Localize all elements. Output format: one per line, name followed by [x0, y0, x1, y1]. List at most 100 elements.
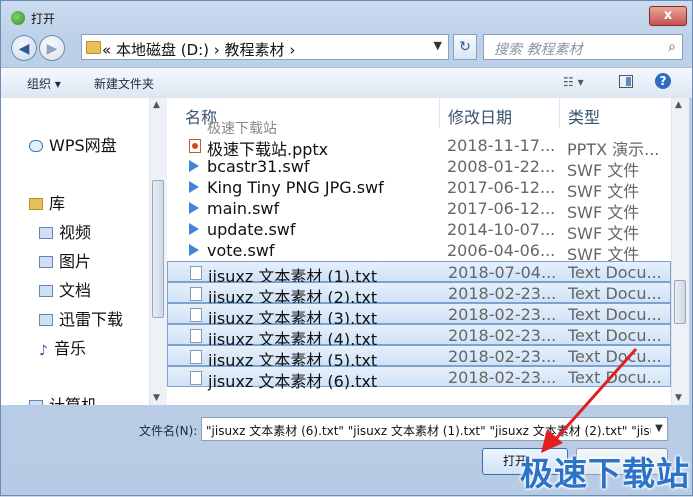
close-button[interactable]: x: [649, 6, 687, 26]
scroll-up-icon[interactable]: ▲: [675, 100, 682, 110]
filename-field[interactable]: "jisuxz 文本素材 (6).txt" "jisuxz 文本素材 (1).t…: [201, 417, 668, 441]
address-path[interactable]: « 本地磁盘 (D:) › 教程素材 ›: [102, 39, 295, 60]
download-icon: [39, 314, 53, 326]
sidebar-item-pictures[interactable]: 图片: [39, 248, 91, 272]
library-icon: [29, 198, 43, 210]
file-row[interactable]: jisuxz 文本素材 (1).txt 2018-07-04... Text Doc…: [167, 261, 671, 286]
file-date: 2008-01-22...: [447, 157, 556, 176]
organize-button[interactable]: 组织 ▾: [27, 75, 61, 92]
file-type: Text Docu...: [568, 305, 662, 324]
file-row[interactable]: bcastr31.swf 2008-01-22... SWF 文件: [167, 156, 671, 180]
view-options-button[interactable]: ☷ ▾: [563, 75, 584, 89]
file-row[interactable]: main.swf 2017-06-12... SWF 文件: [167, 198, 671, 222]
cloud-icon: [29, 140, 43, 152]
file-row[interactable]: 极速下载站.pptx 2018-11-17... PPTX 演示...: [167, 135, 671, 159]
folder-icon: [86, 41, 101, 54]
sidebar-item-label: 视频: [59, 223, 92, 242]
txt-icon: [190, 287, 202, 301]
swf-icon: [189, 181, 199, 193]
txt-icon: [190, 371, 202, 385]
file-rows: 极速下载站.pptx 2018-11-17... PPTX 演示... bcastr3…: [167, 135, 671, 391]
music-icon: ♪: [39, 343, 48, 359]
help-button[interactable]: ?: [655, 73, 671, 89]
scrollbar-thumb[interactable]: [674, 280, 686, 324]
file-row[interactable]: jisuxz 文本素材 (6).txt 2018-02-23... Text Doc…: [167, 366, 671, 391]
scrollbar-thumb[interactable]: [152, 180, 164, 318]
file-name: update.swf: [207, 220, 296, 239]
navigation-pane: WPS网盘 库 视频 图片 文档 迅雷下载 ♪ 音乐 计算机: [1, 98, 166, 405]
file-list-scrollbar[interactable]: ▲ ▼: [671, 98, 689, 405]
sidebar-item-downloads[interactable]: 迅雷下载: [39, 306, 123, 330]
forward-button[interactable]: ▶: [39, 35, 65, 61]
refresh-button[interactable]: ↻: [453, 34, 477, 60]
back-button[interactable]: ◀: [11, 35, 37, 61]
sidebar-item-video[interactable]: 视频: [39, 219, 91, 243]
filename-label: 文件名(N):: [139, 424, 198, 438]
file-type: Text Docu...: [568, 263, 662, 282]
scroll-up-icon[interactable]: ▲: [153, 100, 160, 110]
pptx-icon: [189, 139, 201, 153]
sidebar-item-label: 计算机: [49, 396, 97, 405]
sidebar-item-label: 图片: [59, 252, 92, 271]
computer-icon: [29, 400, 43, 405]
file-date: 2017-06-12...: [447, 199, 556, 218]
file-date: 2018-02-23...: [448, 326, 557, 345]
documents-icon: [39, 285, 53, 297]
column-header-date[interactable]: 修改日期: [440, 98, 560, 128]
command-toolbar: 组织 ▾ 新建文件夹 ☷ ▾ ?: [1, 67, 692, 99]
sidebar-item-label: 音乐: [53, 339, 86, 358]
filename-value[interactable]: "jisuxz 文本素材 (6).txt" "jisuxz 文本素材 (1).t…: [206, 422, 667, 439]
txt-icon: [190, 308, 202, 322]
chevron-down-icon[interactable]: ▼: [651, 418, 667, 440]
sidebar-item-label: 迅雷下载: [59, 310, 124, 329]
file-row[interactable]: jisuxz 文本素材 (5).txt 2018-02-23... Text Doc…: [167, 345, 671, 370]
sidebar-item-music[interactable]: ♪ 音乐: [39, 335, 86, 359]
file-name: King Tiny PNG JPG.swf: [207, 178, 384, 197]
open-file-dialog: 打开 x ◀ ▶ « 本地磁盘 (D:) › 教程素材 › ▼ ↻ 搜索 教程素…: [0, 0, 693, 496]
search-placeholder: 搜索 教程素材: [494, 42, 583, 58]
file-row[interactable]: jisuxz 文本素材 (3).txt 2018-02-23... Text Doc…: [167, 303, 671, 328]
file-date: 2018-02-23...: [448, 368, 557, 387]
scroll-down-icon[interactable]: ▼: [153, 393, 160, 403]
file-date: 2006-04-06...: [447, 241, 556, 260]
search-icon[interactable]: ⌕: [668, 39, 676, 55]
app-clover-icon: [11, 11, 25, 25]
sidebar-item-wps[interactable]: WPS网盘: [29, 132, 117, 156]
preview-pane-icon[interactable]: [619, 75, 633, 88]
chevron-down-icon[interactable]: ▼: [434, 39, 442, 52]
file-date: 2018-02-23...: [448, 347, 557, 366]
file-row[interactable]: jisuxz 文本素材 (4).txt 2018-02-23... Text Doc…: [167, 324, 671, 349]
file-row[interactable]: vote.swf 2006-04-06... SWF 文件: [167, 240, 671, 264]
sidebar-item-computer[interactable]: 计算机: [29, 392, 97, 405]
sidebar-item-label: 库: [49, 194, 66, 213]
column-header-type[interactable]: 类型: [560, 98, 671, 128]
file-date: 2018-11-17...: [447, 136, 556, 155]
file-type: Text Docu...: [568, 368, 662, 387]
title-bar: 打开 x: [1, 1, 692, 35]
sidebar-item-library[interactable]: 库: [29, 190, 65, 214]
file-row[interactable]: update.swf 2014-10-07... SWF 文件: [167, 219, 671, 243]
file-row[interactable]: King Tiny PNG JPG.swf 2017-06-12... SWF 文件: [167, 177, 671, 201]
txt-icon: [190, 350, 202, 364]
sidebar-scrollbar[interactable]: ▲ ▼: [149, 98, 167, 405]
pictures-icon: [39, 256, 53, 268]
txt-icon: [190, 329, 202, 343]
file-date: 2018-02-23...: [448, 305, 557, 324]
sidebar-item-documents[interactable]: 文档: [39, 277, 91, 301]
scroll-down-icon[interactable]: ▼: [675, 393, 682, 403]
file-name: jisuxz 文本素材 (6).txt: [208, 372, 378, 391]
swf-icon: [189, 160, 199, 172]
search-input[interactable]: 搜索 教程素材 ⌕: [483, 34, 683, 60]
file-type: Text Docu...: [568, 347, 662, 366]
file-name: vote.swf: [207, 241, 275, 260]
file-row[interactable]: jisuxz 文本素材 (2).txt 2018-02-23... Text Doc…: [167, 282, 671, 307]
address-bar[interactable]: « 本地磁盘 (D:) › 教程素材 › ▼: [81, 34, 449, 60]
new-folder-button[interactable]: 新建文件夹: [94, 75, 154, 92]
file-type: Text Docu...: [568, 326, 662, 345]
swf-icon: [189, 202, 199, 214]
video-icon: [39, 227, 53, 239]
swf-icon: [189, 223, 199, 235]
file-date: 2014-10-07...: [447, 220, 556, 239]
txt-icon: [190, 266, 202, 280]
sidebar-item-label: WPS网盘: [49, 136, 117, 155]
